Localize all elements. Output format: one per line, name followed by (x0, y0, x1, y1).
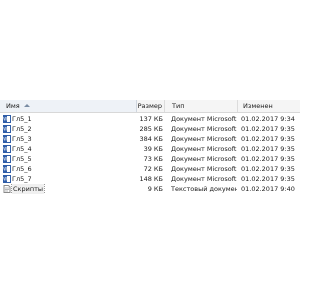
file-row[interactable]: W Гл5_6 72 КБ Документ Microsoft ... 01.… (0, 164, 300, 174)
file-name: Гл5_4 (12, 145, 32, 153)
file-size: 39 КБ (143, 145, 163, 153)
file-name: Гл5_2 (12, 125, 32, 133)
word-document-icon: W (3, 135, 11, 143)
svg-text:W: W (3, 137, 7, 142)
text-document-icon (3, 185, 11, 193)
word-document-icon: W (3, 155, 11, 163)
file-type: Документ Microsoft ... (171, 155, 237, 163)
word-document-icon: W (3, 175, 11, 183)
column-header-size[interactable]: Размер (137, 100, 165, 112)
file-date: 01.02.2017 9:35 (241, 125, 295, 133)
svg-text:W: W (3, 177, 7, 182)
file-size: 285 КБ (139, 125, 163, 133)
column-header-type-label: Тип (172, 102, 185, 110)
file-name: Скрипты (11, 184, 45, 194)
svg-text:W: W (3, 167, 7, 172)
file-type: Текстовый документ (171, 185, 237, 193)
svg-text:W: W (3, 157, 7, 162)
file-name-cell: W Гл5_2 (0, 124, 137, 134)
file-size: 72 КБ (143, 165, 163, 173)
file-type: Документ Microsoft ... (171, 175, 237, 183)
file-name-cell: Скрипты (0, 184, 137, 194)
file-row[interactable]: Скрипты 9 КБ Текстовый документ 01.02.20… (0, 184, 300, 194)
sort-ascending-icon (24, 104, 30, 107)
file-date: 01.02.2017 9:35 (241, 165, 295, 173)
file-type: Документ Microsoft ... (171, 145, 237, 153)
column-header-size-label: Размер (137, 102, 162, 110)
svg-text:W: W (3, 117, 7, 122)
file-type: Документ Microsoft ... (171, 165, 237, 173)
column-header-date-label: Изменен (243, 102, 273, 110)
file-name-cell: W Гл5_5 (0, 154, 137, 164)
column-header-name-label: Имя (6, 102, 20, 110)
file-date: 01.02.2017 9:35 (241, 145, 295, 153)
file-name-cell: W Гл5_7 (0, 174, 137, 184)
file-type: Документ Microsoft ... (171, 135, 237, 143)
file-rows: W Гл5_1 137 КБ Документ Microsoft ... 01… (0, 114, 300, 194)
svg-text:W: W (3, 127, 7, 132)
file-row[interactable]: W Гл5_4 39 КБ Документ Microsoft ... 01.… (0, 144, 300, 154)
file-date: 01.02.2017 9:35 (241, 155, 295, 163)
file-row[interactable]: W Гл5_7 148 КБ Документ Microsoft ... 01… (0, 174, 300, 184)
file-list-view: Имя Размер Тип Изменен W Гл5_1 137 КБ До… (0, 100, 300, 198)
file-date: 01.02.2017 9:35 (241, 135, 295, 143)
file-row[interactable]: W Гл5_3 384 КБ Документ Microsoft ... 01… (0, 134, 300, 144)
word-document-icon: W (3, 125, 11, 133)
file-date: 01.02.2017 9:40 (241, 185, 295, 193)
file-size: 384 КБ (139, 135, 163, 143)
file-name-cell: W Гл5_3 (0, 134, 137, 144)
file-name-cell: W Гл5_4 (0, 144, 137, 154)
column-header-row: Имя Размер Тип Изменен (0, 100, 300, 113)
file-size: 137 КБ (139, 115, 163, 123)
file-date: 01.02.2017 9:34 (241, 115, 295, 123)
file-name: Гл5_3 (12, 135, 32, 143)
column-header-name[interactable]: Имя (0, 100, 137, 112)
file-date: 01.02.2017 9:35 (241, 175, 295, 183)
file-row[interactable]: W Гл5_5 73 КБ Документ Microsoft ... 01.… (0, 154, 300, 164)
file-row[interactable]: W Гл5_1 137 КБ Документ Microsoft ... 01… (0, 114, 300, 124)
file-row[interactable]: W Гл5_2 285 КБ Документ Microsoft ... 01… (0, 124, 300, 134)
file-name: Гл5_7 (12, 175, 32, 183)
file-size: 148 КБ (139, 175, 163, 183)
word-document-icon: W (3, 145, 11, 153)
file-size: 9 КБ (147, 185, 163, 193)
column-header-date[interactable]: Изменен (238, 100, 300, 112)
file-name: Гл5_1 (12, 115, 32, 123)
file-name-cell: W Гл5_1 (0, 114, 137, 124)
file-name: Гл5_5 (12, 155, 32, 163)
column-header-type[interactable]: Тип (165, 100, 238, 112)
file-name: Гл5_6 (12, 165, 32, 173)
file-type: Документ Microsoft ... (171, 125, 237, 133)
file-type: Документ Microsoft ... (171, 115, 237, 123)
file-size: 73 КБ (143, 155, 163, 163)
word-document-icon: W (3, 165, 11, 173)
word-document-icon: W (3, 115, 11, 123)
file-name-cell: W Гл5_6 (0, 164, 137, 174)
svg-text:W: W (3, 147, 7, 152)
